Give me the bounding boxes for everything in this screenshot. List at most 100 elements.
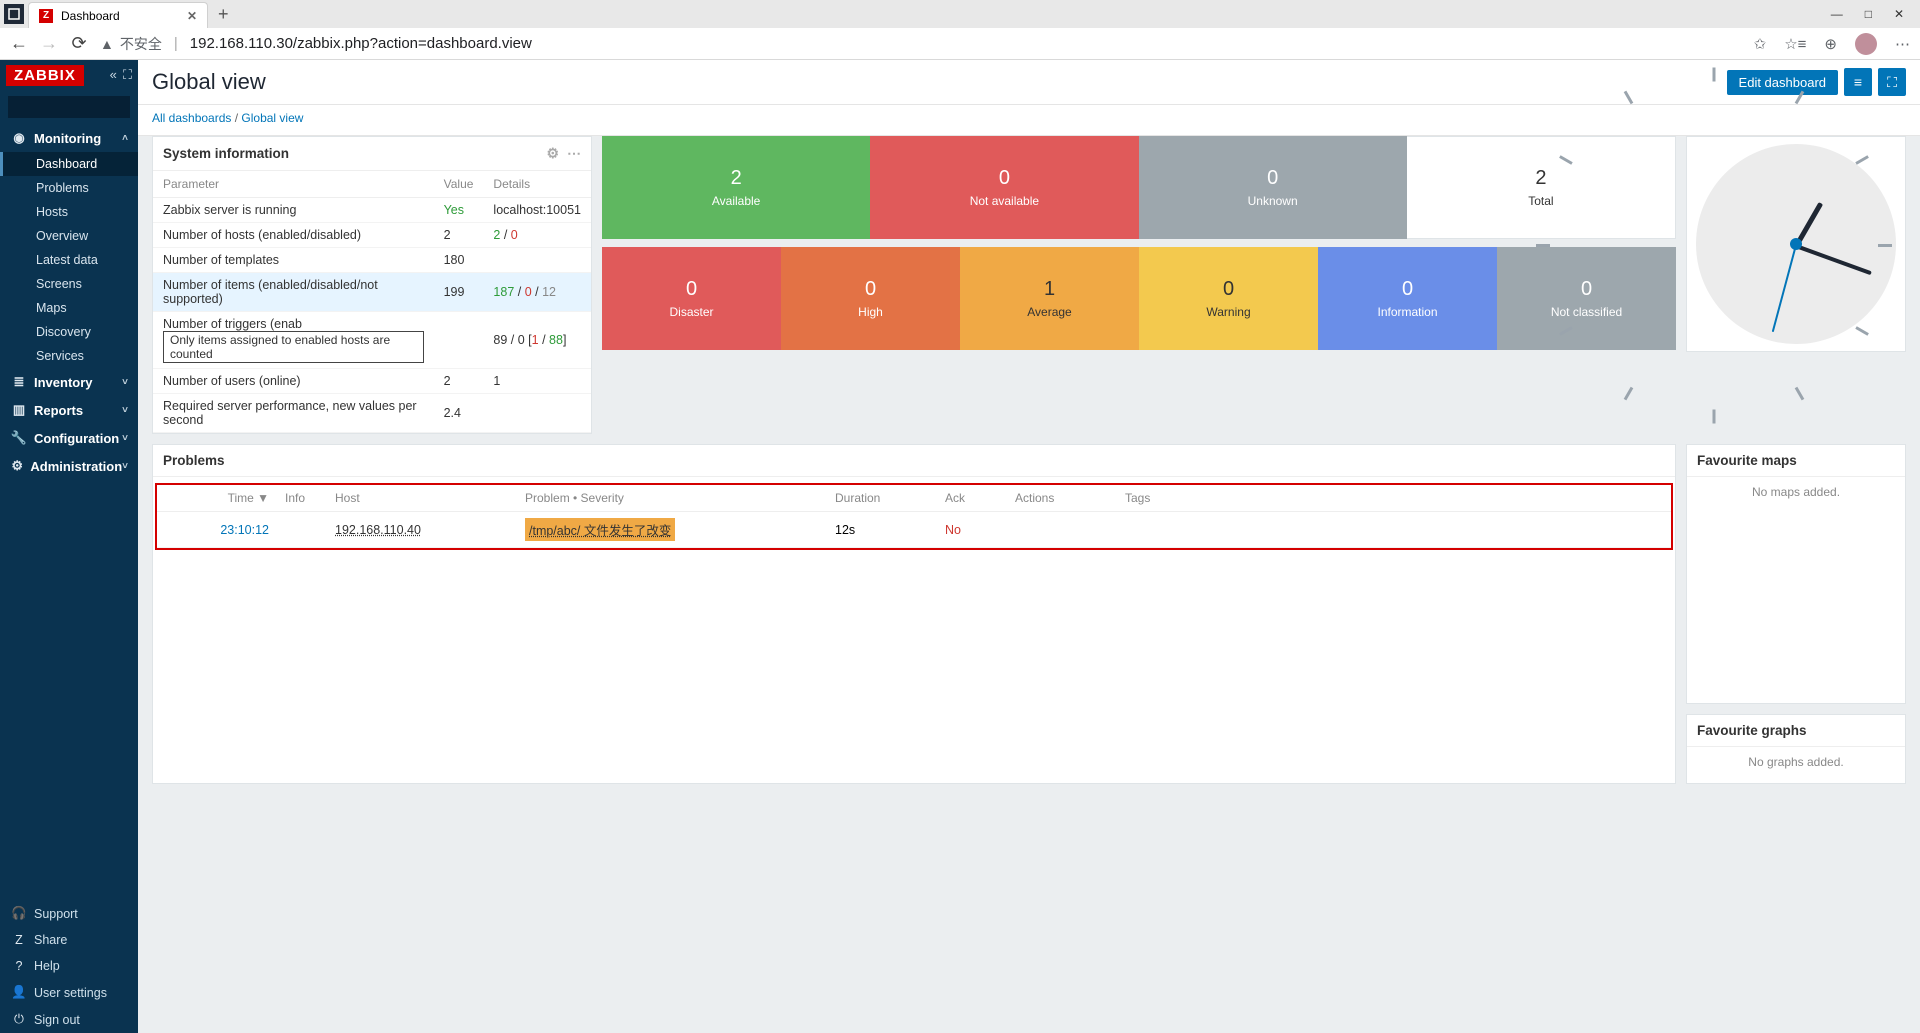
problem-duration: 12s — [827, 512, 937, 548]
problems-col[interactable]: Info — [277, 485, 327, 512]
sysinfo-details: 1 — [483, 369, 591, 394]
browser-tab[interactable]: Z Dashboard ✕ — [28, 2, 208, 28]
chevron-up-icon: ˄ — [122, 133, 128, 144]
browser-menu-icon[interactable]: ⋯ — [1895, 35, 1910, 53]
nav-latest-data[interactable]: Latest data — [0, 248, 138, 272]
collections-icon[interactable]: ⊕ — [1824, 35, 1837, 53]
status-tile-disaster[interactable]: 0Disaster — [602, 247, 781, 350]
browser-back-icon[interactable]: ← — [10, 33, 28, 54]
address-bar[interactable]: 192.168.110.30/zabbix.php?action=dashboa… — [190, 35, 532, 52]
window-minimize-icon[interactable]: ― — [1831, 7, 1843, 21]
status-tile-high[interactable]: 0 High — [781, 247, 960, 350]
problem-severity[interactable]: /tmp/abc/ 文件发生了改变 — [517, 512, 827, 548]
problems-col[interactable]: Host — [327, 485, 517, 512]
fav-graphs-title: Favourite graphs — [1697, 723, 1807, 738]
status-tile-warning[interactable]: 0Warning — [1139, 247, 1318, 350]
browser-app-icon[interactable] — [4, 4, 24, 24]
problems-col[interactable]: Tags — [1117, 485, 1671, 512]
status-tile-available[interactable]: 2Available — [602, 136, 870, 239]
nav-user-settings[interactable]: 👤User settings — [0, 979, 138, 1006]
breadcrumb: All dashboards / Global view — [138, 105, 1920, 136]
sysinfo-title: System information — [163, 146, 289, 161]
problems-col[interactable]: Time ▼ — [157, 485, 277, 512]
browser-reload-icon[interactable]: ⟳ — [70, 33, 88, 54]
profile-avatar[interactable] — [1855, 33, 1877, 55]
nav-share[interactable]: ZShare — [0, 927, 138, 953]
fav-maps-empty: No maps added. — [1687, 477, 1905, 513]
widget-menu-icon[interactable]: ⋯ — [567, 145, 581, 162]
chevron-down-icon: ˅ — [122, 377, 128, 388]
new-tab-button[interactable]: + — [218, 4, 229, 25]
problems-col[interactable]: Problem • Severity — [517, 485, 827, 512]
breadcrumb-all[interactable]: All dashboards — [152, 111, 231, 125]
status-tile-total[interactable]: 2Total — [1407, 136, 1676, 239]
gear-icon: ⚙ — [10, 458, 24, 474]
sysinfo-details — [483, 394, 591, 433]
nav-discovery[interactable]: Discovery — [0, 320, 138, 344]
nav-support[interactable]: 🎧Support — [0, 900, 138, 927]
reading-list-icon[interactable]: ☆≡ — [1784, 35, 1806, 53]
tile-count: 0 — [865, 278, 876, 301]
tile-label: High — [858, 305, 883, 319]
nav-monitoring[interactable]: ◉ Monitoring ˄ — [0, 124, 138, 152]
tile-count: 0 — [686, 278, 697, 301]
nav-administration[interactable]: ⚙ Administration ˅ — [0, 452, 138, 480]
dashboard-menu-button[interactable]: ≡ — [1844, 68, 1872, 96]
expand-icon[interactable]: ⛶ — [123, 67, 132, 83]
sidebar-search[interactable]: 🔍 — [8, 96, 130, 118]
tile-count: 0 — [1267, 167, 1278, 190]
status-tile-not-available[interactable]: 0Not available — [870, 136, 1138, 239]
nav-inventory[interactable]: ≣ Inventory ˅ — [0, 368, 138, 396]
problems-panel: Problems Time ▼InfoHostProblem • Severit… — [152, 444, 1676, 784]
nav-screens[interactable]: Screens — [0, 272, 138, 296]
fullscreen-button[interactable]: ⛶ — [1878, 68, 1906, 96]
nav-dashboard[interactable]: Dashboard — [0, 152, 138, 176]
problem-actions — [1007, 512, 1117, 548]
sysinfo-param: Number of triggers (enabOnly items assig… — [153, 312, 434, 369]
status-tile-unknown[interactable]: 0Unknown — [1139, 136, 1407, 239]
breadcrumb-current[interactable]: Global view — [241, 111, 303, 125]
nav-help[interactable]: ?Help — [0, 953, 138, 979]
help-icon: ? — [10, 959, 28, 973]
status-tile-information[interactable]: 0Information — [1318, 247, 1497, 350]
status-tile-average[interactable]: 1Average — [960, 247, 1139, 350]
tile-label: Total — [1528, 194, 1553, 208]
window-close-icon[interactable]: ✕ — [1894, 7, 1904, 21]
problems-col[interactable]: Duration — [827, 485, 937, 512]
tab-close-icon[interactable]: ✕ — [187, 9, 197, 23]
favorite-icon[interactable]: ✩ — [1754, 35, 1767, 53]
sysinfo-param: Number of users (online) — [153, 369, 434, 394]
sysinfo-details: 89 / 0 [1 / 88] — [483, 312, 591, 369]
tile-label: Available — [712, 194, 760, 208]
col-parameter: Parameter — [153, 171, 434, 198]
problem-time[interactable]: 23:10:12 — [157, 512, 277, 548]
insecure-badge[interactable]: ▲ 不安全 — [100, 34, 162, 54]
clock-pin — [1790, 238, 1802, 250]
nav-configuration[interactable]: 🔧 Configuration ˅ — [0, 424, 138, 452]
nav-overview[interactable]: Overview — [0, 224, 138, 248]
sysinfo-details: localhost:10051 — [483, 198, 591, 223]
nav-services[interactable]: Services — [0, 344, 138, 368]
problem-row[interactable]: 23:10:12 192.168.110.40/tmp/abc/ 文件发生了改变1… — [157, 512, 1671, 548]
zabbix-logo[interactable]: ZABBIX — [6, 65, 84, 86]
nav-reports[interactable]: ▥ Reports ˅ — [0, 396, 138, 424]
eye-icon: ◉ — [10, 130, 28, 146]
edit-dashboard-button[interactable]: Edit dashboard — [1727, 70, 1838, 95]
warning-triangle-icon: ▲ — [100, 36, 114, 52]
problem-host[interactable]: 192.168.110.40 — [327, 512, 517, 548]
widget-config-icon[interactable]: ⚙ — [546, 145, 559, 162]
collapse-sidebar-icon[interactable]: « — [110, 67, 117, 83]
nav-hosts[interactable]: Hosts — [0, 200, 138, 224]
nav-problems[interactable]: Problems — [0, 176, 138, 200]
window-maximize-icon[interactable]: □ — [1865, 7, 1872, 21]
problems-col[interactable]: Actions — [1007, 485, 1117, 512]
tile-count: 0 — [1402, 278, 1413, 301]
problems-col[interactable]: Ack — [937, 485, 1007, 512]
status-tile-not-classified[interactable]: 0Not classified — [1497, 247, 1676, 350]
nav-maps[interactable]: Maps — [0, 296, 138, 320]
sysinfo-value — [434, 312, 484, 369]
browser-forward-icon: → — [40, 33, 58, 54]
sysinfo-param: Number of templates — [153, 248, 434, 273]
problem-ack[interactable]: No — [937, 512, 1007, 548]
nav-sign-out[interactable]: ⏻Sign out — [0, 1006, 138, 1033]
